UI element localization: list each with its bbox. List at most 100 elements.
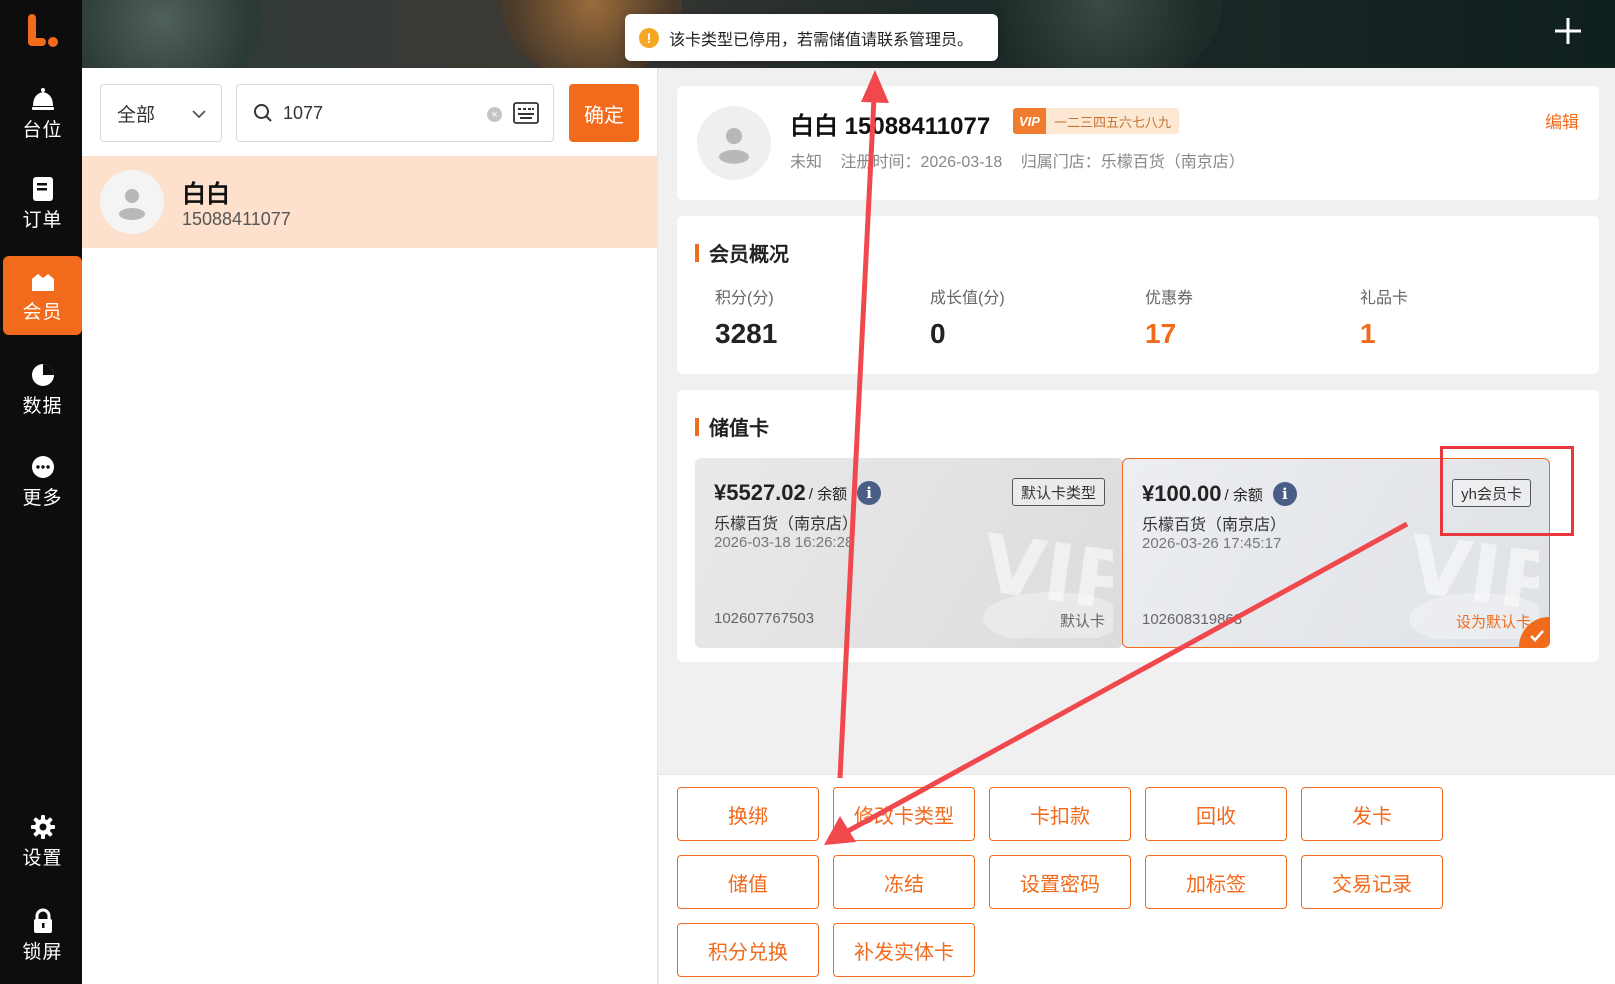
section-title: 会员概况	[695, 238, 789, 267]
selected-check-icon	[1519, 617, 1549, 647]
recycle-button[interactable]: 回收	[1145, 787, 1287, 841]
stat-value: 0	[930, 318, 946, 349]
clear-icon[interactable]: ×	[487, 107, 502, 122]
annotation-highlight-box	[1440, 446, 1574, 536]
member-name: 白白	[182, 181, 230, 208]
stat-label: 积分(分)	[715, 290, 774, 307]
confirm-button[interactable]: 确定	[569, 84, 639, 142]
card-amount: ¥100.00 / 余额 i	[1142, 481, 1297, 507]
card-number: 102608319868	[1142, 611, 1243, 628]
filter-select-value: 全部	[117, 104, 156, 126]
member-search-panel: 全部 × 确定 白白 15088411077	[82, 68, 658, 984]
keyboard-icon[interactable]	[513, 102, 539, 124]
profile-meta: 未知 注册时间：2026-03-18 归属门店：乐檬百货（南京店）	[790, 148, 1259, 172]
action-button-bar: 换绑 修改卡类型 卡扣款 回收 发卡 储值 冻结 设置密码 加标签 交易记录 积…	[659, 774, 1615, 984]
freeze-button[interactable]: 冻结	[833, 855, 975, 909]
points-exchange-button[interactable]: 积分兑换	[677, 923, 819, 977]
reissue-physical-card-button[interactable]: 补发实体卡	[833, 923, 975, 977]
gear-icon	[29, 813, 57, 841]
profile-store: 归属门店：乐檬百货（南京店）	[1020, 154, 1245, 171]
add-tag-button[interactable]: 加标签	[1145, 855, 1287, 909]
search-box: ×	[236, 84, 554, 142]
transaction-history-button[interactable]: 交易记录	[1301, 855, 1443, 909]
member-phone: 15088411077	[182, 209, 291, 229]
sidebar-item-label: 锁屏	[22, 942, 63, 963]
app-logo	[28, 14, 58, 47]
sidebar-item-settings[interactable]: 设置	[3, 802, 82, 881]
sidebar-item-label: 台位	[22, 120, 63, 141]
card-balance-suffix: / 余额	[1224, 486, 1263, 504]
member-overview-card: 会员概况 积分(分) 3281 成长值(分) 0 优惠券 17 礼品卡 1	[677, 216, 1599, 374]
avatar	[100, 170, 164, 234]
vip-level: 一二三四五六七八九	[1045, 108, 1179, 134]
banner-decoration	[982, 0, 1222, 68]
profile-name: 白白 15088411077	[790, 113, 991, 140]
profile-card: 白白 15088411077 VIP 一二三四五六七八九 未知 注册时间：202…	[677, 86, 1599, 200]
vip-tag: VIP	[1013, 108, 1046, 134]
sidebar-item-label: 订单	[22, 210, 63, 231]
recharge-button[interactable]: 储值	[677, 855, 819, 909]
card-number: 102607767503	[714, 610, 815, 627]
add-icon[interactable]	[1551, 14, 1585, 48]
edit-link[interactable]: 编辑	[1545, 108, 1579, 133]
card-balance-suffix: / 余额	[808, 485, 848, 503]
search-input[interactable]	[283, 102, 463, 124]
stat-value: 1	[1360, 318, 1376, 349]
sidebar-item-member[interactable]: 会员	[3, 256, 82, 335]
vip-badge: VIP 一二三四五六七八九	[1013, 108, 1179, 134]
sidebar-item-orders[interactable]: 订单	[3, 164, 82, 243]
banner-decoration	[82, 0, 262, 68]
stat-value: 17	[1145, 318, 1177, 349]
set-password-button[interactable]: 设置密码	[989, 855, 1131, 909]
sidebar-item-more[interactable]: 更多	[3, 442, 82, 521]
section-title: 储值卡	[695, 412, 769, 441]
card-store: 乐檬百货（南京店）	[714, 516, 859, 533]
filter-select[interactable]: 全部	[100, 84, 222, 142]
member-icon	[29, 267, 57, 295]
chevron-down-icon	[192, 110, 206, 119]
card-date: 2026-03-18 16:26:28	[714, 534, 854, 551]
card-date: 2026-03-26 17:45:17	[1142, 535, 1282, 552]
card-deduct-button[interactable]: 卡扣款	[989, 787, 1131, 841]
issue-card-button[interactable]: 发卡	[1301, 787, 1443, 841]
sidebar-item-data[interactable]: 数据	[3, 350, 82, 429]
stat-coupons[interactable]: 优惠券 17	[1145, 284, 1193, 350]
card-balance: ¥5527.02	[714, 480, 806, 505]
bell-icon	[29, 85, 57, 113]
profile-gender: 未知	[790, 154, 823, 171]
stat-label: 成长值(分)	[930, 290, 1005, 307]
rebind-button[interactable]: 换绑	[677, 787, 819, 841]
sidebar: 台位 订单 会员 数据 更多 设置 锁屏	[0, 0, 82, 984]
more-icon	[29, 453, 57, 481]
pie-chart-icon	[29, 361, 57, 389]
change-card-type-button[interactable]: 修改卡类型	[833, 787, 975, 841]
warning-icon: !	[639, 27, 659, 48]
card-amount: ¥5527.02 / 余额 i	[714, 480, 882, 506]
info-icon[interactable]: i	[857, 481, 882, 505]
sidebar-item-lock[interactable]: 锁屏	[3, 896, 82, 975]
stored-value-card[interactable]: VIP ¥5527.02 / 余额 i 乐檬百货（南京店） 2026-03-18…	[695, 458, 1123, 648]
sidebar-item-label: 会员	[22, 302, 63, 323]
sidebar-item-label: 更多	[22, 488, 63, 509]
sidebar-item-label: 设置	[22, 848, 63, 869]
stat-label: 优惠券	[1145, 290, 1194, 307]
sidebar-item-label: 数据	[22, 396, 63, 417]
profile-register-time: 注册时间：2026-03-18	[840, 154, 1003, 171]
stat-label: 礼品卡	[1360, 290, 1409, 307]
stat-points[interactable]: 积分(分) 3281	[715, 284, 777, 350]
stat-gift-cards[interactable]: 礼品卡 1	[1360, 284, 1408, 350]
list-item[interactable]: 白白 15088411077	[82, 156, 658, 248]
warning-toast: ! 该卡类型已停用，若需储值请联系管理员。	[625, 14, 998, 61]
toast-message: 该卡类型已停用，若需储值请联系管理员。	[669, 31, 974, 49]
avatar	[697, 106, 771, 180]
stat-value: 3281	[715, 318, 778, 349]
info-icon[interactable]: i	[1272, 482, 1297, 506]
lock-icon	[29, 907, 57, 935]
card-type-badge: 默认卡类型	[1011, 478, 1105, 506]
card-balance: ¥100.00	[1142, 481, 1222, 506]
default-card-label: 默认卡	[1059, 613, 1105, 630]
card-store: 乐檬百货（南京店）	[1142, 517, 1287, 534]
search-icon	[254, 104, 272, 122]
sidebar-item-table[interactable]: 台位	[3, 74, 82, 153]
stat-growth[interactable]: 成长值(分) 0	[930, 284, 1005, 350]
